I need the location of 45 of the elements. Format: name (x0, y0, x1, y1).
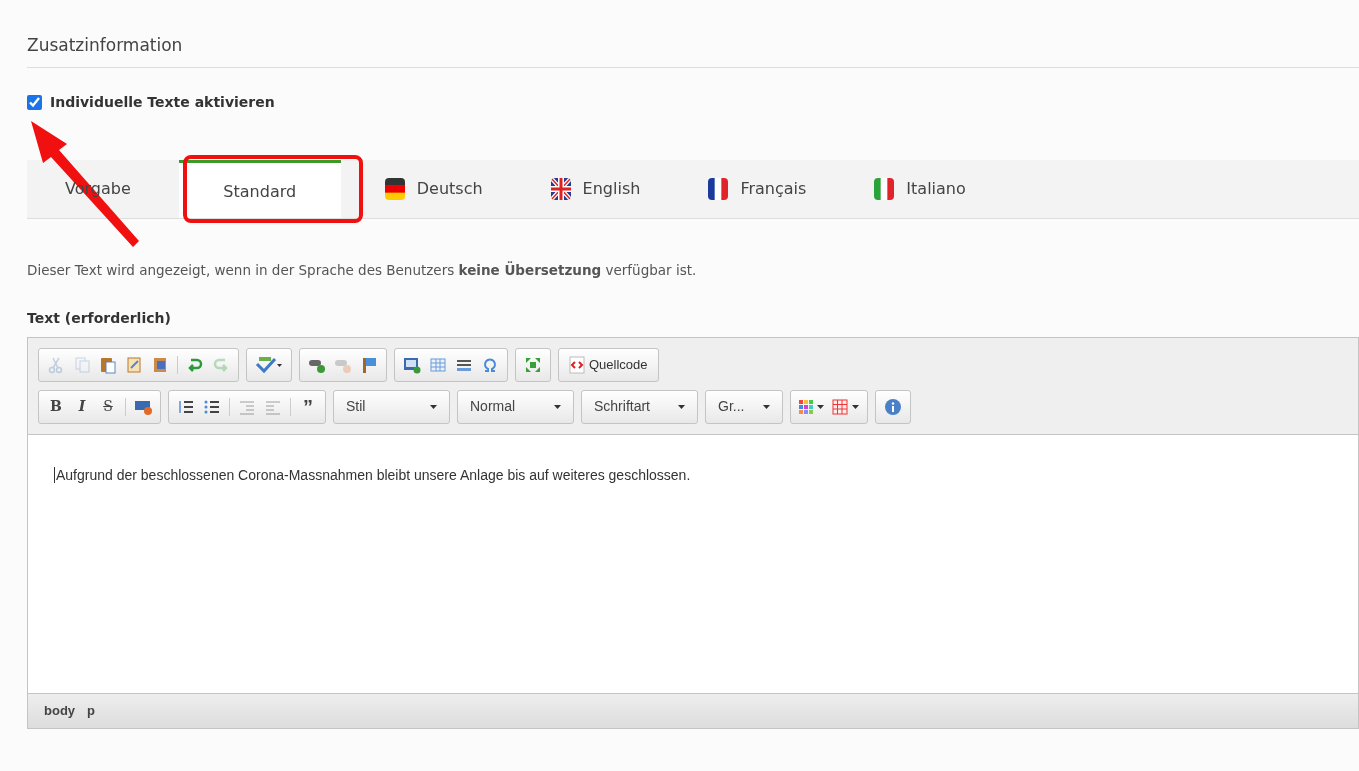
maximize-icon[interactable] (524, 355, 542, 374)
caret-icon (852, 404, 859, 409)
caret-icon (554, 404, 561, 409)
quote-button[interactable]: ” (295, 393, 321, 420)
format-dropdown[interactable]: Gr... (705, 389, 783, 424)
element-path-item[interactable]: p (87, 701, 95, 721)
editor-content[interactable]: Aufgrund der beschlossenen Corona-Massnahmen bleibt unsere Anlage bis auf weiteres geschlossen. (28, 434, 1358, 693)
section-title: Zusatzinformation (27, 33, 1359, 68)
flag-icon (550, 177, 571, 200)
table-icon[interactable] (429, 355, 447, 374)
clipboard-icon[interactable] (99, 355, 117, 374)
activation-checkbox[interactable] (27, 94, 42, 110)
format-dropdown[interactable]: Normal (457, 389, 574, 424)
flag-icon (384, 177, 405, 200)
field-label: Text (erforderlich) (27, 308, 172, 328)
image-icon[interactable] (403, 355, 421, 374)
document-icon[interactable] (151, 355, 169, 374)
language-tab[interactable]: English (530, 159, 661, 218)
code-document-icon (569, 355, 585, 374)
format-dropdown[interactable]: Stil (333, 389, 450, 424)
table-grid-icon[interactable] (832, 398, 848, 415)
flag-icon (708, 177, 729, 200)
language-tab[interactable]: Deutsch (364, 159, 503, 218)
checkbox-label: Individuelle Texte aktivieren (50, 92, 275, 112)
color-grid-icon[interactable] (799, 399, 813, 414)
italic-button[interactable]: I (69, 393, 95, 420)
language-tab[interactable]: Français (688, 159, 827, 218)
format-dropdown[interactable]: Schriftart (581, 389, 698, 424)
language-tab[interactable]: Standard (178, 159, 341, 218)
language-tab[interactable]: Italiano (854, 159, 986, 218)
caret-icon (678, 404, 685, 409)
caret-icon (430, 404, 437, 409)
strike-button[interactable]: S (95, 393, 121, 420)
spellcheck-icon[interactable] (255, 355, 283, 374)
element-path-item[interactable]: body (44, 701, 76, 721)
notepad-icon[interactable] (125, 355, 143, 374)
bold-button[interactable]: B (43, 393, 69, 420)
caret-icon (817, 404, 824, 409)
editor-text: Aufgrund der beschlossenen Corona-Massnahmen bleibt unsere Anlage bis auf weiteres geschlossen. (54, 466, 691, 483)
caret-icon (763, 404, 770, 409)
flag-icon[interactable] (360, 355, 378, 374)
info-text: Dieser Text wird angezeigt, wenn in der Sprache des Benutzers keine Übersetzung verfügbar ist. (27, 260, 698, 280)
source-button[interactable]: Quellcode (563, 351, 654, 378)
info-icon[interactable] (884, 397, 902, 416)
flag-icon (874, 177, 895, 200)
